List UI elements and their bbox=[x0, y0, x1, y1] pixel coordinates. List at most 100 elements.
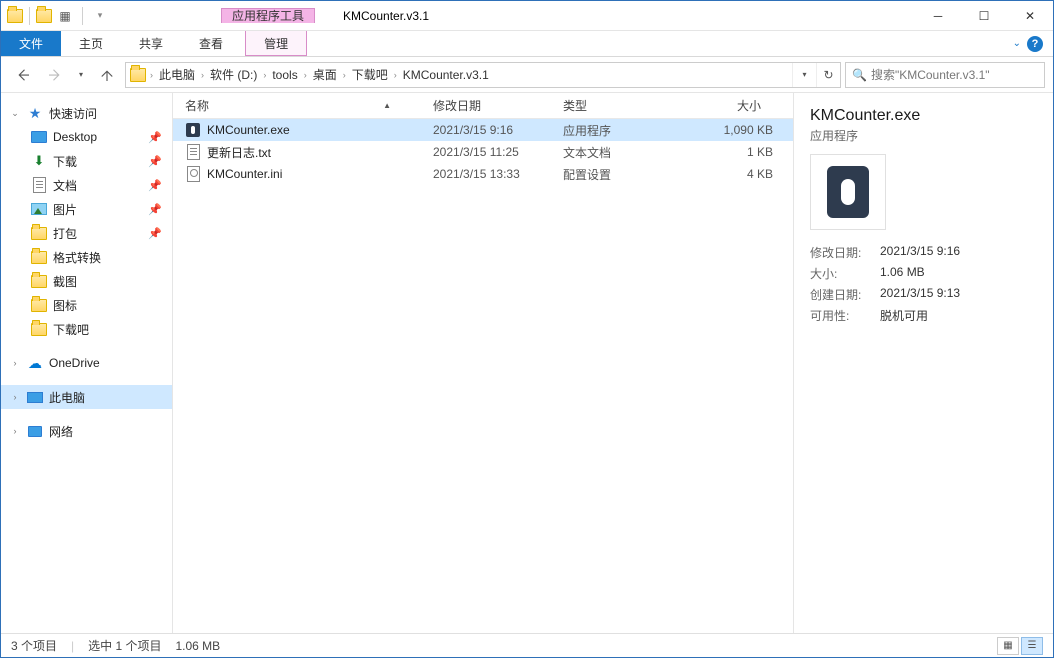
sidebar-item[interactable]: 截图 bbox=[1, 269, 172, 293]
column-type[interactable]: 类型 bbox=[563, 97, 673, 114]
txt-icon bbox=[185, 144, 201, 160]
file-row[interactable]: KMCounter.ini2021/3/15 13:33配置设置4 KB bbox=[173, 163, 793, 185]
file-type: 文本文档 bbox=[563, 144, 673, 161]
status-sep: | bbox=[71, 639, 74, 653]
meta-value: 1.06 MB bbox=[880, 265, 925, 282]
sort-asc-icon: ▲ bbox=[383, 101, 391, 110]
chevron-right-icon[interactable]: › bbox=[9, 358, 21, 368]
chevron-right-icon[interactable]: › bbox=[148, 70, 155, 80]
file-row[interactable]: KMCounter.exe2021/3/15 9:16应用程序1,090 KB bbox=[173, 119, 793, 141]
crumb[interactable]: 下载吧 bbox=[348, 63, 392, 87]
chevron-right-icon[interactable]: › bbox=[9, 392, 21, 402]
nav-back-button[interactable] bbox=[9, 61, 37, 89]
sidebar-item[interactable]: 文档📌 bbox=[1, 173, 172, 197]
column-size[interactable]: 大小 bbox=[673, 97, 773, 114]
file-size: 4 KB bbox=[673, 167, 773, 181]
tab-manage[interactable]: 管理 bbox=[245, 31, 307, 56]
sidebar-onedrive[interactable]: › ☁ OneDrive bbox=[1, 351, 172, 375]
sidebar-item[interactable]: ⬇下载📌 bbox=[1, 149, 172, 173]
column-name[interactable]: 名称▲ bbox=[185, 97, 433, 114]
maximize-button[interactable]: ☐ bbox=[961, 1, 1007, 30]
help-icon[interactable]: ? bbox=[1027, 36, 1043, 52]
refresh-icon[interactable]: ↻ bbox=[816, 63, 840, 87]
main: ⌄ ★ 快速访问 Desktop 📌 ⬇下载📌文档📌图片📌打包📌 格式转换截图图标下载… bbox=[1, 93, 1053, 633]
chevron-right-icon[interactable]: › bbox=[261, 70, 268, 80]
sidebar-quick-access[interactable]: ⌄ ★ 快速访问 bbox=[1, 101, 172, 125]
view-details-button[interactable]: ☰ bbox=[1021, 637, 1043, 655]
details-title: KMCounter.exe bbox=[810, 107, 1037, 125]
qat-new-icon[interactable]: ▾ bbox=[89, 5, 111, 27]
sidebar-item-label: 快速访问 bbox=[49, 105, 97, 122]
meta-row: 修改日期:2021/3/15 9:16 bbox=[810, 244, 1037, 261]
doc-icon bbox=[31, 177, 47, 193]
sidebar-item[interactable]: 图标 bbox=[1, 293, 172, 317]
crumb[interactable]: tools bbox=[268, 63, 301, 87]
file-date: 2021/3/15 13:33 bbox=[433, 167, 563, 181]
sidebar-item[interactable]: Desktop 📌 bbox=[1, 125, 172, 149]
search-placeholder: 搜索"KMCounter.v3.1" bbox=[871, 66, 990, 83]
breadcrumb[interactable]: › 此电脑 › 软件 (D:) › tools › 桌面 › 下载吧 › KMC… bbox=[125, 62, 841, 88]
sidebar-item-label: Desktop bbox=[53, 130, 97, 144]
meta-value: 脱机可用 bbox=[880, 307, 928, 324]
pin-icon: 📌 bbox=[148, 131, 162, 144]
desktop-icon bbox=[31, 129, 47, 145]
file-date: 2021/3/15 9:16 bbox=[433, 123, 563, 137]
chevron-right-icon[interactable]: › bbox=[341, 70, 348, 80]
search-icon: 🔍 bbox=[852, 68, 867, 82]
sidebar-item[interactable]: 格式转换 bbox=[1, 245, 172, 269]
tab-home[interactable]: 主页 bbox=[61, 31, 121, 56]
sidebar-item[interactable]: 下载吧 bbox=[1, 317, 172, 341]
arrow-right-icon bbox=[46, 66, 64, 84]
breadcrumb-dropdown-icon[interactable]: ▾ bbox=[792, 63, 816, 87]
nav-forward-button[interactable] bbox=[41, 61, 69, 89]
crumb[interactable]: 软件 (D:) bbox=[206, 63, 261, 87]
chevron-right-icon[interactable]: › bbox=[9, 426, 21, 436]
nav-up-button[interactable] bbox=[93, 61, 121, 89]
ribbon-collapse-icon[interactable]: ⌄ bbox=[1013, 38, 1021, 49]
status-count: 3 个项目 bbox=[11, 637, 57, 654]
close-button[interactable]: ✕ bbox=[1007, 1, 1053, 30]
file-name: KMCounter.ini bbox=[207, 167, 282, 181]
crumb[interactable]: 桌面 bbox=[309, 63, 341, 87]
sidebar-this-pc[interactable]: › 此电脑 bbox=[1, 385, 172, 409]
meta-value: 2021/3/15 9:16 bbox=[880, 244, 960, 261]
sidebar-item-label: 格式转换 bbox=[53, 249, 101, 266]
chevron-right-icon[interactable]: › bbox=[199, 70, 206, 80]
sidebar-item[interactable]: 打包📌 bbox=[1, 221, 172, 245]
pic-icon bbox=[31, 201, 47, 217]
folder-icon bbox=[31, 249, 47, 265]
arrow-left-icon bbox=[14, 66, 32, 84]
arrow-up-icon bbox=[98, 66, 116, 84]
column-headers: 名称▲ 修改日期 类型 大小 bbox=[173, 93, 793, 119]
sidebar-item-label: 下载吧 bbox=[53, 321, 89, 338]
file-row[interactable]: 更新日志.txt2021/3/15 11:25文本文档1 KB bbox=[173, 141, 793, 163]
network-icon bbox=[27, 423, 43, 439]
tab-view[interactable]: 查看 bbox=[181, 31, 241, 56]
sidebar-network[interactable]: › 网络 bbox=[1, 419, 172, 443]
details-pane: KMCounter.exe 应用程序 修改日期:2021/3/15 9:16大小… bbox=[793, 93, 1053, 633]
sidebar-item-label: 图片 bbox=[53, 201, 77, 218]
search-input[interactable]: 🔍 搜索"KMCounter.v3.1" bbox=[845, 62, 1045, 88]
sidebar-item-label: 网络 bbox=[49, 423, 73, 440]
nav-recent-button[interactable]: ▾ bbox=[73, 61, 89, 89]
pc-icon bbox=[27, 389, 43, 405]
sidebar-item[interactable]: 图片📌 bbox=[1, 197, 172, 221]
qat-properties-icon[interactable]: ▦ bbox=[54, 5, 76, 27]
crumb[interactable]: 此电脑 bbox=[155, 63, 199, 87]
view-large-icons-button[interactable]: ▦ bbox=[997, 637, 1019, 655]
qat-folderprops-icon[interactable] bbox=[36, 9, 52, 23]
context-tab-header: 应用程序工具 bbox=[221, 8, 315, 23]
chevron-down-icon[interactable]: ⌄ bbox=[9, 108, 21, 119]
app-icon bbox=[827, 166, 869, 218]
folder-icon bbox=[130, 68, 146, 82]
chevron-right-icon[interactable]: › bbox=[392, 70, 399, 80]
sidebar-item-label: 图标 bbox=[53, 297, 77, 314]
crumb[interactable]: KMCounter.v3.1 bbox=[399, 63, 493, 87]
chevron-right-icon[interactable]: › bbox=[302, 70, 309, 80]
minimize-button[interactable]: ─ bbox=[915, 1, 961, 30]
tab-share[interactable]: 共享 bbox=[121, 31, 181, 56]
statusbar: 3 个项目 | 选中 1 个项目 1.06 MB ▦ ☰ bbox=[1, 633, 1053, 657]
tab-file[interactable]: 文件 bbox=[1, 31, 61, 56]
column-date[interactable]: 修改日期 bbox=[433, 97, 563, 114]
folder-icon bbox=[31, 225, 47, 241]
